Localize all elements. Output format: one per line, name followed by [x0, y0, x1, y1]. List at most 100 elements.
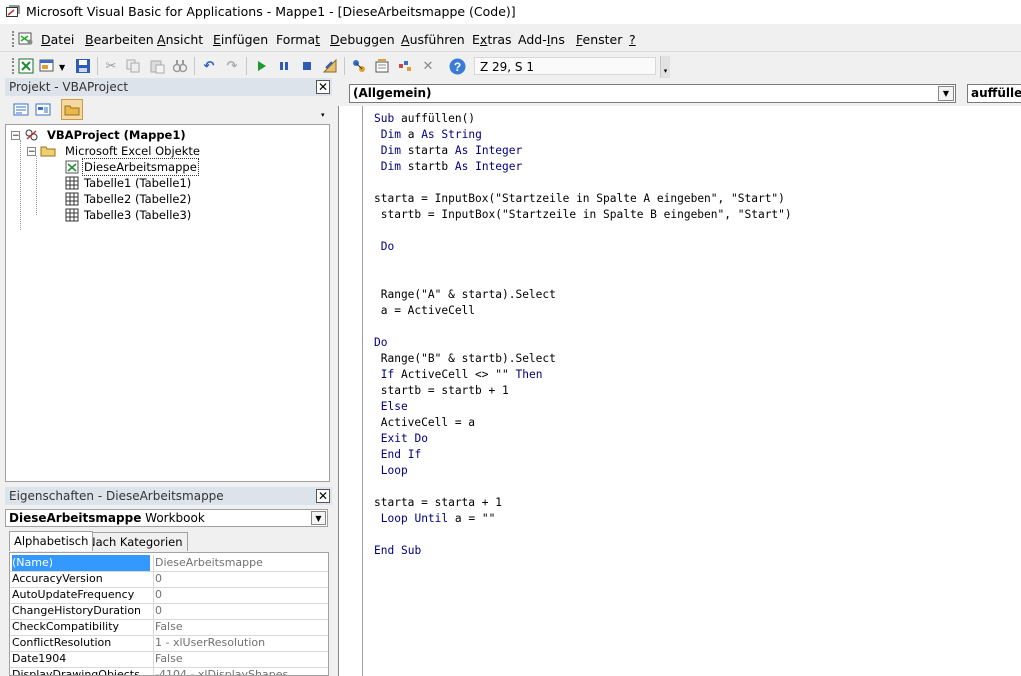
code-line[interactable] — [374, 319, 792, 335]
undo-icon[interactable]: ↶ — [200, 57, 218, 75]
code-line[interactable]: startb = startb + 1 — [374, 383, 792, 399]
code-line[interactable]: Dim starta As Integer — [374, 143, 792, 159]
code-line[interactable]: End Sub — [374, 543, 792, 559]
menu-debuggen[interactable]: Debuggen — [330, 32, 395, 47]
menu-einfuegen[interactable]: Einfügen — [213, 32, 268, 47]
menu-fenster[interactable]: Fenster — [576, 32, 622, 47]
copy-icon[interactable] — [124, 57, 142, 75]
code-line[interactable]: Dim a As String — [374, 127, 792, 143]
toolbar-overflow[interactable]: ▾ — [660, 56, 670, 78]
property-name: DisplayDrawingObjects — [12, 668, 140, 676]
menu-ausfuehren[interactable]: Ausführen — [401, 32, 465, 47]
excel-workbook-icon[interactable] — [18, 32, 34, 46]
design-mode-icon[interactable] — [321, 57, 339, 75]
save-icon[interactable] — [74, 57, 92, 75]
toolbox-icon[interactable]: ✕ — [419, 57, 437, 75]
view-object-icon[interactable] — [34, 101, 52, 119]
object-select[interactable]: DieseArbeitsmappe Workbook ▼ — [5, 509, 328, 527]
object-combo[interactable]: (Allgemein) ▼ — [349, 84, 956, 103]
property-value[interactable]: -4104 - xlDisplayShapes — [153, 667, 327, 675]
code-margin-indicator-bar[interactable] — [342, 106, 363, 676]
collapse-icon[interactable]: − — [27, 147, 36, 157]
property-value[interactable]: 0 — [153, 571, 327, 587]
run-icon[interactable] — [252, 57, 270, 75]
collapse-icon[interactable]: − — [11, 131, 20, 141]
insert-userform-icon[interactable] — [38, 57, 56, 75]
find-icon[interactable] — [171, 57, 189, 75]
menu-format[interactable]: Format — [276, 32, 320, 47]
properties-window-icon[interactable] — [373, 57, 391, 75]
property-row[interactable]: CheckCompatibility False — [10, 619, 328, 636]
tab-alphabetisch[interactable]: Alphabetisch — [9, 531, 94, 551]
property-row[interactable]: ChangeHistoryDuration 0 — [10, 603, 328, 620]
menu-help[interactable]: ? — [629, 32, 636, 47]
code-line[interactable] — [374, 223, 792, 239]
property-row[interactable]: ConflictResolution 1 - xlUserResolution — [10, 635, 328, 652]
menu-extras[interactable]: Extras — [472, 32, 512, 47]
code-editor[interactable]: Sub auffüllen() Dim a As String Dim star… — [374, 111, 792, 559]
project-explorer-icon[interactable] — [350, 57, 368, 75]
code-line[interactable]: Range("A" & starta).Select — [374, 287, 792, 303]
tree-item-label: Tabelle1 (Tabelle1) — [84, 176, 192, 190]
code-line[interactable]: Dim startb As Integer — [374, 159, 792, 175]
property-row[interactable]: AutoUpdateFrequency 0 — [10, 587, 328, 604]
property-row[interactable]: AccuracyVersion 0 — [10, 571, 328, 588]
code-line[interactable] — [374, 479, 792, 495]
code-line[interactable]: End If — [374, 447, 792, 463]
property-value[interactable]: False — [153, 651, 327, 667]
view-code-icon[interactable] — [12, 101, 30, 119]
property-value[interactable]: 0 — [153, 587, 327, 603]
paste-icon[interactable] — [148, 57, 166, 75]
code-line[interactable] — [374, 527, 792, 543]
code-line[interactable]: starta = starta + 1 — [374, 495, 792, 511]
procedure-combo[interactable]: auffüllen — [967, 84, 1021, 103]
chevron-down-icon[interactable]: ▼ — [311, 511, 326, 525]
chevron-down-icon[interactable]: ▼ — [938, 86, 954, 101]
code-line[interactable] — [374, 255, 792, 271]
property-value[interactable]: 1 - xlUserResolution — [153, 635, 327, 651]
menu-bearbeiten[interactable]: Bearbeiten — [85, 32, 154, 47]
property-value[interactable]: DieseArbeitsmappe — [153, 555, 327, 571]
code-line[interactable]: startb = InputBox("Startzeile in Spalte … — [374, 207, 792, 223]
property-value[interactable]: False — [153, 619, 327, 635]
code-line[interactable]: Loop Until a = "" — [374, 511, 792, 527]
code-line[interactable] — [374, 175, 792, 191]
code-line[interactable]: a = ActiveCell — [374, 303, 792, 319]
code-line[interactable]: Else — [374, 399, 792, 415]
code-line[interactable]: Loop — [374, 463, 792, 479]
toggle-folders-icon[interactable] — [61, 99, 83, 120]
code-line[interactable]: Do — [374, 335, 792, 351]
project-toolbar-overflow[interactable]: ▾ — [321, 99, 331, 121]
code-line[interactable]: Exit Do — [374, 431, 792, 447]
excel-view-icon[interactable] — [17, 57, 35, 75]
title-bar: Microsoft Visual Basic for Applications … — [0, 0, 1021, 24]
property-name: CheckCompatibility — [12, 620, 120, 633]
code-line[interactable]: ActiveCell = a — [374, 415, 792, 431]
code-line[interactable]: Range("B" & startb).Select — [374, 351, 792, 367]
break-icon[interactable] — [275, 57, 293, 75]
help-icon[interactable]: ? — [448, 57, 466, 75]
redo-icon[interactable]: ↷ — [223, 57, 241, 75]
menubar-grip[interactable] — [12, 31, 17, 47]
code-line[interactable]: Sub auffüllen() — [374, 111, 792, 127]
code-line[interactable] — [374, 271, 792, 287]
property-value[interactable]: 0 — [153, 603, 327, 619]
close-icon[interactable]: ✕ — [316, 80, 330, 94]
code-line[interactable]: If ActiveCell <> "" Then — [374, 367, 792, 383]
menu-add-ins[interactable]: Add-Ins — [518, 32, 565, 47]
property-row[interactable]: DisplayDrawingObjects -4104 - xlDisplayS… — [10, 667, 328, 676]
code-line[interactable]: Do — [374, 239, 792, 255]
menu-ansicht[interactable]: Ansicht — [157, 32, 203, 47]
properties-panel-header: Eigenschaften - DieseArbeitsmappe — [5, 487, 332, 505]
property-row[interactable]: Date1904 False — [10, 651, 328, 668]
property-name: Date1904 — [12, 652, 67, 665]
property-row[interactable]: (Name) DieseArbeitsmappe — [10, 555, 328, 572]
cut-icon[interactable]: ✂ — [102, 57, 120, 75]
tab-nach-kategorien[interactable]: Nach Kategorien — [82, 532, 188, 551]
object-browser-icon[interactable] — [396, 57, 414, 75]
code-line[interactable]: starta = InputBox("Startzeile in Spalte … — [374, 191, 792, 207]
reset-icon[interactable] — [298, 57, 316, 75]
menu-datei[interactable]: Datei — [41, 32, 74, 47]
close-icon[interactable]: ✕ — [316, 489, 330, 503]
chevron-down-icon[interactable]: ▼ — [59, 63, 65, 72]
